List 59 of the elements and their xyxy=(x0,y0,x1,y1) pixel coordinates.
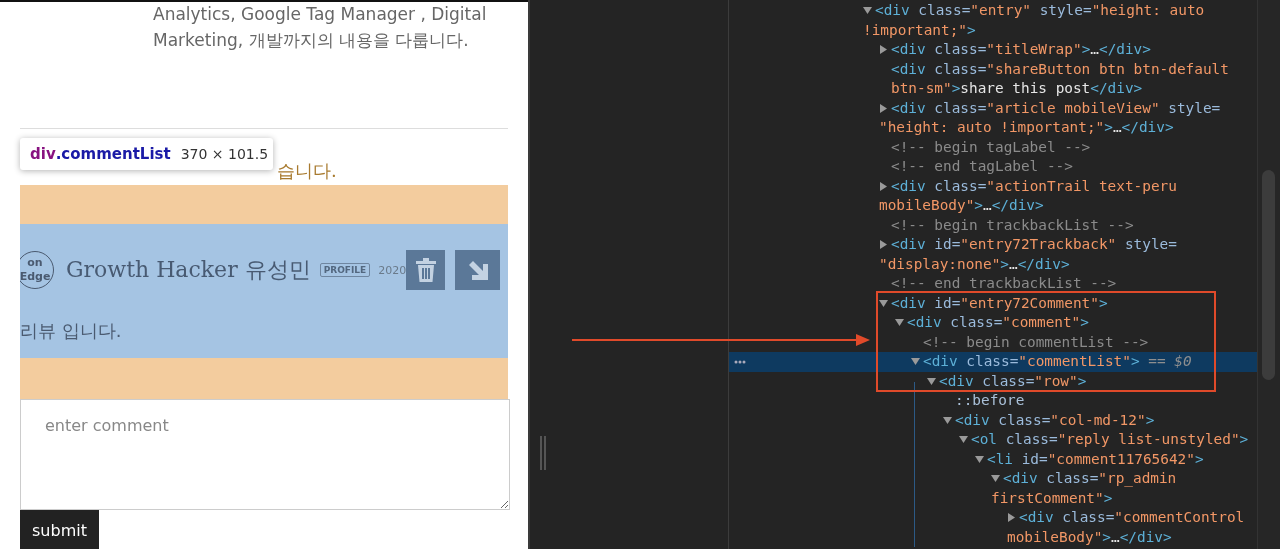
code-line: <div id="entry72Comment"> xyxy=(891,293,1108,313)
code-line: <div class="shareButton btn btn-default xyxy=(891,59,1229,79)
code-line: "display:none">…</div> xyxy=(879,254,1070,274)
expand-triangle-icon[interactable] xyxy=(879,240,888,250)
collapse-triangle-icon[interactable] xyxy=(863,6,872,16)
intro-text-line: Analytics, Google Tag Manager , Digital xyxy=(153,3,487,26)
comment-body: 리뷰 입니다. xyxy=(20,319,122,343)
profile-tag[interactable]: PROFILE xyxy=(319,263,371,277)
comment-summary-text: 습니다. xyxy=(277,159,337,183)
more-icon[interactable] xyxy=(734,360,746,364)
code-line: <div class="titleWrap">…</div> xyxy=(891,40,1151,59)
collapse-triangle-icon[interactable] xyxy=(959,435,968,445)
code-line: mobileBody">…</div> xyxy=(1007,527,1172,547)
code-line: <div id="entry72Trackback" style= xyxy=(891,235,1177,254)
expand-triangle-icon[interactable] xyxy=(879,103,888,113)
reply-button[interactable] xyxy=(455,250,500,290)
code-comment: <!-- end tagLabel --> xyxy=(891,157,1073,176)
collapse-triangle-icon[interactable] xyxy=(943,415,952,425)
submit-button[interactable]: submit xyxy=(20,510,99,549)
code-line: <div class="actionTrail text-peru xyxy=(891,176,1177,196)
size-label: 370 × 101.5 xyxy=(180,146,269,162)
code-line: <div class="commentControl xyxy=(1019,508,1245,527)
code-line: "height: auto !important;">…</div> xyxy=(879,118,1174,137)
expand-triangle-icon[interactable] xyxy=(879,45,888,55)
comment-date: 2020 xyxy=(378,263,407,277)
selector-label: div.commentList xyxy=(30,145,171,163)
collapse-triangle-icon[interactable] xyxy=(927,376,936,386)
code-comment: <!-- begin commentList --> xyxy=(923,332,1149,352)
collapse-triangle-icon[interactable] xyxy=(911,357,920,367)
expand-triangle-icon[interactable] xyxy=(1007,513,1016,523)
code-line: <div class="commentList"> == $0 xyxy=(923,352,1192,371)
trash-icon xyxy=(414,258,437,282)
code-line: ::before xyxy=(955,391,1025,410)
splitter-handle[interactable] xyxy=(540,435,546,470)
code-comment: <!-- end trackbackList --> xyxy=(891,274,1117,293)
collapse-triangle-icon[interactable] xyxy=(991,474,1000,484)
intro-text-line: Marketing, 개발까지의 내용을 다룹니다. xyxy=(153,29,469,52)
code-line: <div class="comment"> xyxy=(907,313,1089,332)
author-name[interactable]: Growth Hacker 유성민 xyxy=(66,255,311,285)
code-line: <ol class="reply list-unstyled"> xyxy=(971,430,1249,449)
code-comment: <!-- begin trackbackList --> xyxy=(891,215,1134,235)
delete-button[interactable] xyxy=(406,250,446,290)
collapse-triangle-icon[interactable] xyxy=(879,298,888,308)
code-line: <div class="entry" style="height: auto xyxy=(875,1,1205,20)
code-line: <div class="col-md-12"> xyxy=(955,410,1155,430)
code-line: <div class="rp_admin xyxy=(1003,469,1177,489)
code-line: !important;"> xyxy=(863,20,976,40)
code-line: <div class="row"> xyxy=(939,371,1087,391)
code-line: firstComment"> xyxy=(991,488,1113,508)
code-line: mobileBody">…</div> xyxy=(879,196,1044,215)
code-comment: <!-- begin tagLabel --> xyxy=(891,137,1091,157)
comment-field[interactable]: enter comment xyxy=(20,399,510,510)
selected-tree-row[interactable]: <div class="commentList"> == $0 xyxy=(729,352,1257,372)
code-line: btn-sm">share this post</div> xyxy=(891,79,1143,98)
collapse-triangle-icon[interactable] xyxy=(975,454,984,464)
collapse-triangle-icon[interactable] xyxy=(895,318,904,328)
code-line: <li id="comment11765642"> xyxy=(987,449,1204,469)
code-line: <div class="article mobileView" style= xyxy=(891,98,1221,118)
expand-triangle-icon[interactable] xyxy=(879,181,888,191)
